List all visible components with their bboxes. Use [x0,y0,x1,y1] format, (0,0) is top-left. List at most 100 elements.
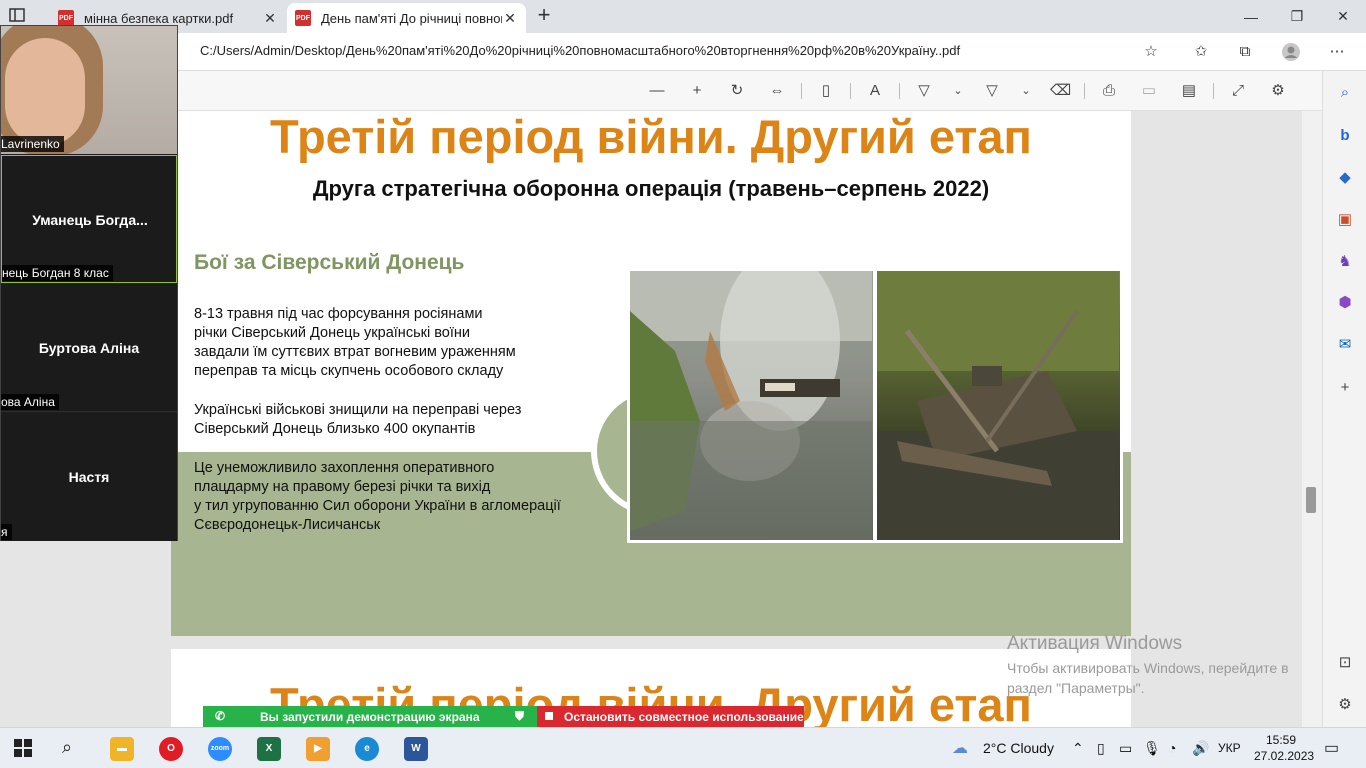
file-explorer-icon[interactable]: ▬ [110,737,134,761]
add-favorite-icon[interactable]: ☆ [1141,42,1161,62]
chevron-up-icon[interactable]: ⌃ [1072,740,1084,757]
divider [1213,83,1214,99]
text-line: Сєвєродонецьк-Лисичанськ [194,517,381,533]
weather-text[interactable]: 2°C Cloudy [983,740,1054,756]
page-view-icon[interactable]: ▯ [816,81,836,101]
battery-icon[interactable]: ▯ [1097,740,1105,757]
opera-icon[interactable]: O [159,737,183,761]
slide-title: Третій період війни. Другий етап [270,111,1032,163]
close-icon[interactable]: ✕ [262,10,278,27]
stop-share-button[interactable]: Остановить совместное использование [537,706,804,728]
read-aloud-icon[interactable]: A [865,81,885,101]
text-line: 8-13 травня під час форсування росіянами [194,306,483,322]
share-status-bar: ✆ Вы запустили демонстрацию экрана ⛊ [203,706,537,728]
participant-tile[interactable]: Настя я [1,413,177,541]
participant-tile[interactable]: Lavrinenko [1,26,177,154]
participant-tile[interactable]: Буртова Аліна ова Аліна [1,284,177,412]
bing-icon[interactable]: b [1335,126,1355,146]
settings-icon[interactable]: ⚙ [1268,81,1288,101]
activation-line: раздел "Параметры". [1007,680,1145,696]
participant-name: я [1,524,12,540]
search-icon[interactable]: ⌕ [62,737,72,758]
photo-pair [627,268,1123,543]
add-icon[interactable]: + [1335,378,1355,398]
print-icon[interactable]: ⎙ [1099,81,1119,101]
text-line: річки Сіверський Донець українські воїни [194,325,470,341]
save-as-icon[interactable]: ▤ [1179,81,1199,101]
pdf-page: Третій період війни. Другий етап Друга с… [171,111,1131,636]
participant-display-name: Уманець Богда... [32,212,148,228]
profile-avatar[interactable] [1281,42,1301,62]
clock[interactable]: 15:59 27.02.2023 [1254,732,1315,764]
activation-title: Активация Windows [1007,633,1183,654]
zoom-in-icon[interactable]: + [687,81,707,101]
zoom-gallery: Lavrinenko Уманець Богда... нець Богдан … [0,25,178,541]
erase-icon[interactable]: ⌫ [1050,81,1071,101]
settings-icon[interactable]: ⚙ [1335,695,1355,715]
participant-name: нець Богдан 8 клас [2,265,113,281]
scrollbar-thumb[interactable] [1306,487,1316,513]
edge-sidebar: ⌕ b ◆ ▣ ♞ ⬢ ✉ + ⊡ ⚙ [1322,71,1366,727]
excel-icon[interactable]: X [257,737,281,761]
participant-tile[interactable]: Уманець Богда... нець Богдан 8 клас [1,155,177,283]
participant-display-name: Буртова Аліна [38,340,140,356]
games-icon[interactable]: ♞ [1335,252,1355,272]
save-icon[interactable]: ▭ [1139,81,1159,101]
text-line: Українські військові знищили на переправ… [194,402,522,418]
photo-burning-vehicle [630,271,873,540]
outlook-icon[interactable]: ✉ [1335,335,1355,355]
office-icon[interactable]: ⬢ [1335,293,1355,313]
paragraph-3: Це унеможливило захоплення оперативного … [194,459,561,535]
close-window-button[interactable]: ✕ [1320,0,1366,33]
tab-label: мінна безпека картки.pdf [84,10,234,26]
restore-button[interactable]: ❐ [1274,0,1320,33]
shopping-icon[interactable]: ◆ [1335,168,1355,188]
microphone-icon[interactable]: 🎙 [1143,740,1161,757]
word-icon[interactable]: W [404,737,428,761]
url-field[interactable]: C:/Users/Admin/Desktop/День%20пам'яті%20… [200,43,960,58]
tools-icon[interactable]: ▣ [1335,210,1355,230]
scrollbar[interactable] [1302,111,1322,727]
date: 27.02.2023 [1254,749,1315,763]
text-line: Це унеможливило захоплення оперативного [194,460,495,476]
windows-start-icon[interactable] [14,739,32,762]
text-line: Сіверський Донець близько 400 окупантів [194,421,476,437]
zoom-out-icon[interactable]: — [647,81,667,101]
activation-line: Чтобы активировать Windows, перейдите в [1007,660,1289,676]
rotate-icon[interactable]: ↻ [727,81,747,101]
tab-label: День пам'яті До річниці повном [321,10,502,26]
fullscreen-icon[interactable]: ⤢ [1228,81,1248,101]
language-indicator[interactable]: УКР [1218,741,1241,755]
phone-icon: ✆ [215,709,226,723]
zoom-app-icon[interactable]: zoom [208,737,232,761]
pdf-icon: PDF [58,10,74,26]
notifications-icon[interactable]: ▭ [1324,738,1339,758]
network-icon[interactable]: ▭ [1119,740,1132,757]
close-icon[interactable]: ✕ [502,10,518,27]
section-heading: Бої за Сіверський Донець [194,251,465,274]
photo-sunken-vehicle [877,271,1120,540]
tab-memorial-day[interactable]: PDF День пам'яті До річниці повном ✕ [287,3,526,33]
participant-video [1,26,177,154]
volume-icon[interactable]: 🔊 [1192,740,1209,757]
divider [850,83,851,99]
search-icon[interactable]: ⌕ [1335,83,1355,103]
favorites-icon[interactable]: ✩ [1191,42,1211,62]
video-editor-icon[interactable]: ▶ [306,737,330,761]
draw-icon[interactable]: ▽ [982,81,1002,101]
paragraph-2: Українські військові знищили на переправ… [194,401,521,439]
new-tab-button[interactable]: + [534,4,554,26]
edge-icon[interactable]: e [355,737,379,761]
chevron-down-icon[interactable]: ⌄ [1016,81,1036,101]
chevron-down-icon[interactable]: ⌄ [948,81,968,101]
fit-width-icon[interactable]: ⇔ [767,81,787,101]
sidebar-toggle-icon[interactable]: ⊡ [1335,653,1355,673]
more-menu-icon[interactable]: ⋯ [1327,42,1347,62]
wifi-icon[interactable]: ◔ [1168,740,1176,756]
face [5,38,85,146]
collections-icon[interactable]: ⧉ [1235,42,1255,62]
minimize-button[interactable]: — [1228,0,1274,33]
taskbar: ⌕ ▬ O zoom X ▶ e W ☁ 2°C Cloudy ⌃ ▯ ▭ 🎙 … [0,727,1366,768]
highlight-icon[interactable]: ▽ [914,81,934,101]
shield-icon: ⛊ [515,709,525,723]
